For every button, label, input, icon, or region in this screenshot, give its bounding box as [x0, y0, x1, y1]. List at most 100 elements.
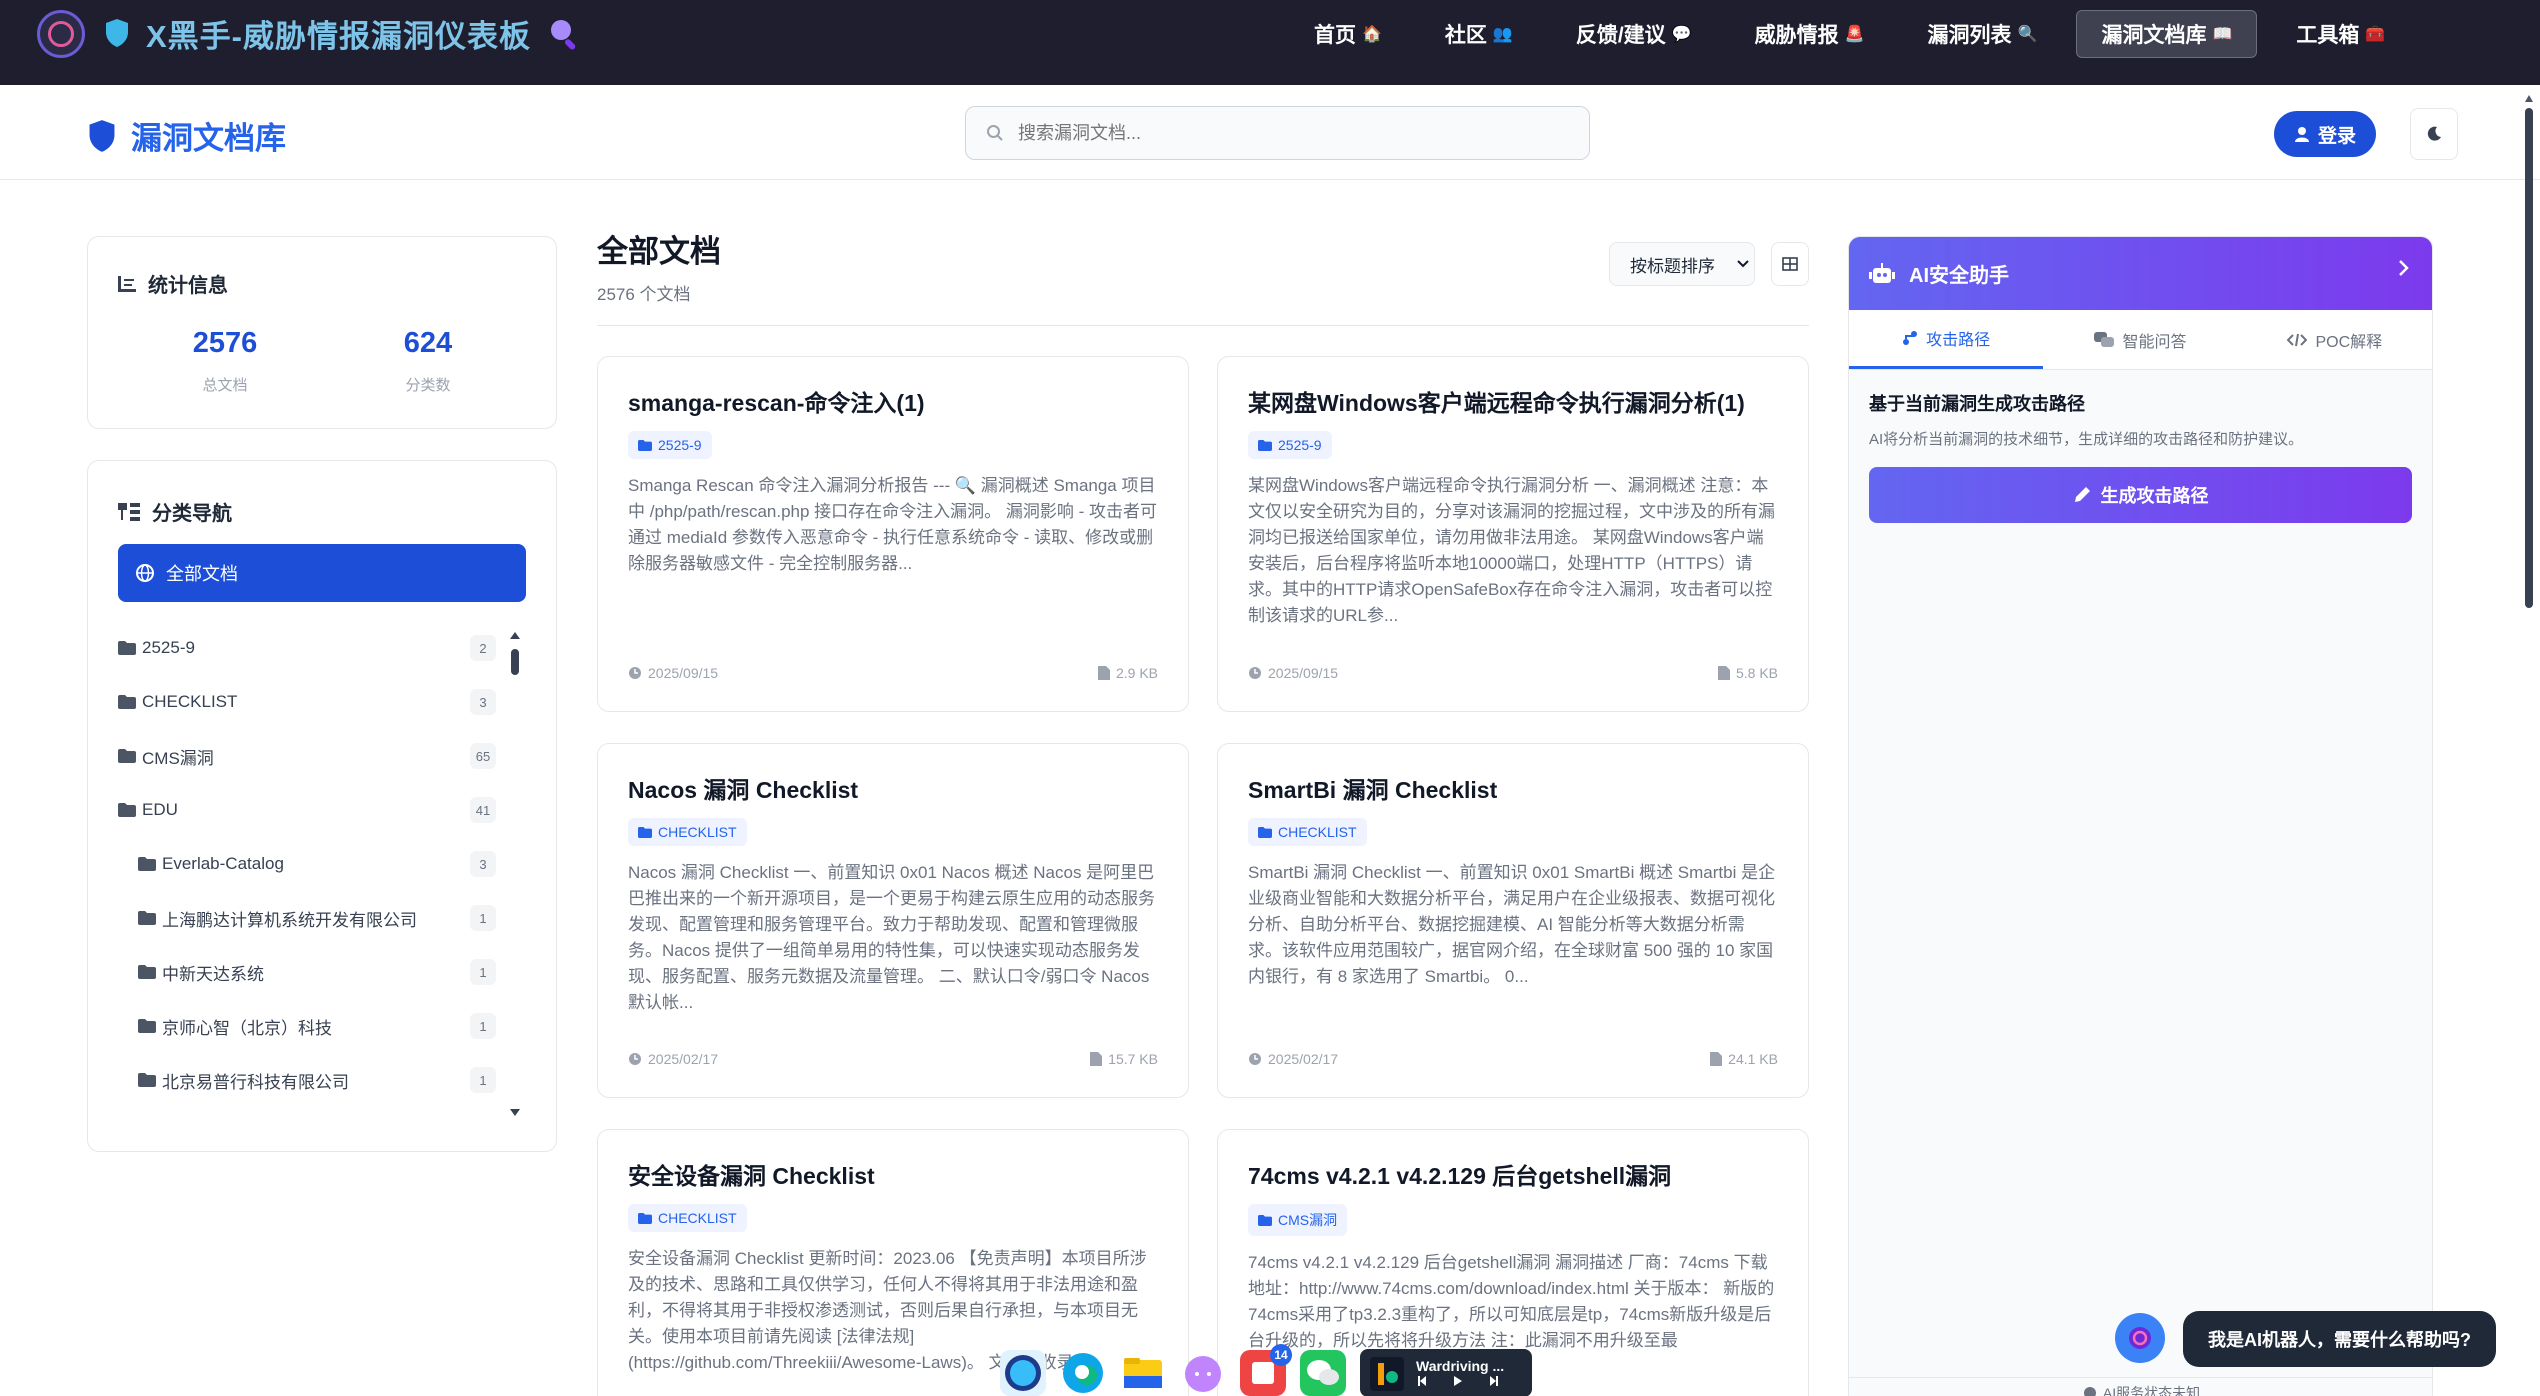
tab-poc-explain[interactable]: POC解释 — [2238, 310, 2432, 369]
cat-app-icon[interactable] — [1180, 1350, 1226, 1396]
info-icon — [2083, 1386, 2096, 1396]
doc-title[interactable]: Nacos 漏洞 Checklist — [628, 774, 1158, 806]
doc-summary: 74cms v4.2.1 v4.2.129 后台getshell漏洞 漏洞描述 … — [1248, 1253, 1775, 1350]
category-item[interactable]: 北京易普行科技有限公司 1 — [118, 1053, 538, 1107]
folder-icon — [138, 1019, 156, 1033]
doc-category-tag[interactable]: 2525-9 — [1248, 431, 1332, 459]
book-icon: 📖 — [2212, 26, 2233, 43]
login-label: 登录 — [2317, 125, 2356, 147]
category-label: 2525-9 — [142, 638, 195, 657]
nav-home[interactable]: 首页 🏠 — [1290, 10, 1406, 58]
doc-title[interactable]: 74cms v4.2.1 v4.2.129 后台getshell漏洞 — [1248, 1160, 1778, 1192]
nav-threat-intel[interactable]: 威胁情报 🚨 — [1731, 10, 1889, 58]
nav-toolbox[interactable]: 工具箱 🧰 — [2272, 10, 2409, 58]
document-card[interactable]: 某网盘Windows客户端远程命令执行漏洞分析(1) 2525-9 某网盘Windo… — [1217, 356, 1809, 712]
category-count: 1 — [470, 1013, 496, 1039]
magnifier-icon — [551, 20, 576, 50]
tag-label: CHECKLIST — [658, 1210, 737, 1226]
tab-label: 智能问答 — [2122, 333, 2187, 351]
folder-icon[interactable] — [1120, 1350, 1166, 1396]
size-text: 15.7 KB — [1108, 1051, 1158, 1067]
siren-icon: 🚨 — [1844, 26, 1865, 43]
doc-date: 2025/09/15 — [1248, 665, 1338, 681]
doc-summary: 某网盘Windows客户端远程命令执行漏洞分析 一、漏洞概述 注意：本文仅以安全… — [1248, 476, 1775, 625]
edge-browser-icon[interactable] — [1060, 1350, 1106, 1396]
tag-label: CMS漏洞 — [1278, 1212, 1338, 1228]
theme-toggle-button[interactable] — [2410, 108, 2458, 160]
doc-category-tag[interactable]: 2525-9 — [628, 431, 712, 459]
nav-vuln-docs[interactable]: 漏洞文档库 📖 — [2076, 10, 2258, 58]
wechat-icon[interactable] — [1300, 1350, 1346, 1396]
category-item[interactable]: EDU 41 — [118, 783, 538, 837]
category-count: 65 — [470, 743, 496, 769]
document-card[interactable]: smanga-rescan-命令注入(1) 2525-9 Smanga Rescan… — [597, 356, 1189, 712]
date-text: 2025/02/17 — [648, 1051, 719, 1067]
ai-panel-title: AI安全助手 — [1909, 265, 2009, 287]
nav-vuln-list[interactable]: 漏洞列表 🔍 — [1904, 10, 2062, 58]
house-icon: 🏠 — [1362, 26, 1382, 43]
doc-category-tag[interactable]: CMS漏洞 — [1248, 1204, 1348, 1236]
search-input[interactable] — [1018, 122, 1518, 144]
magnifier-icon: 🔍 — [2017, 26, 2038, 43]
grid-view-button[interactable] — [1771, 242, 1809, 286]
document-card[interactable]: SmartBi 漏洞 Checklist CHECKLIST SmartBi 漏洞 … — [1217, 743, 1809, 1098]
login-button[interactable]: 登录 — [2274, 111, 2376, 157]
folder-icon — [118, 641, 136, 655]
doc-title[interactable]: 某网盘Windows客户端远程命令执行漏洞分析(1) — [1248, 387, 1778, 419]
nav-feedback[interactable]: 反馈/建议 💬 — [1552, 10, 1716, 58]
category-nav-card: 分类导航 全部文档 2525-9 2 CHECKLIST 3 CMS漏洞 65 EDU 41 E… — [87, 460, 557, 1152]
date-text: 2025/09/15 — [648, 665, 719, 681]
chevron-right-icon[interactable] — [2398, 259, 2410, 277]
category-item[interactable]: 中新天达系统 1 — [118, 945, 538, 999]
tag-label: 2525-9 — [658, 437, 702, 453]
comments-icon — [2094, 331, 2115, 347]
brand[interactable]: X黑手-威胁情报漏洞仪表板 — [104, 10, 581, 56]
stat-label: 分类数 — [405, 377, 451, 394]
tab-label: 攻击路径 — [1926, 332, 1991, 349]
catnav-heading: 分类导航 — [118, 497, 232, 526]
robot-icon — [1869, 262, 1895, 283]
people-icon: 👥 — [1492, 26, 1513, 43]
all-docs-button[interactable]: 全部文档 — [118, 544, 526, 602]
site-logo[interactable] — [37, 10, 85, 58]
category-scrollbar[interactable] — [508, 629, 522, 1119]
doc-category-tag[interactable]: CHECKLIST — [1248, 818, 1367, 846]
nav-community[interactable]: 社区 👥 — [1421, 10, 1537, 58]
doc-category-tag[interactable]: CHECKLIST — [628, 818, 747, 846]
category-item[interactable]: Everlab-Catalog 3 — [118, 837, 538, 891]
ai-panel-header[interactable]: AI安全助手 — [1849, 237, 2432, 310]
doc-category-tag[interactable]: CHECKLIST — [628, 1204, 747, 1232]
category-item[interactable]: 2525-9 2 — [118, 621, 538, 675]
date-text: 2025/09/15 — [1268, 665, 1339, 681]
ai-chat-bubble[interactable]: 我是AI机器人，需要什么帮助吗? — [2183, 1311, 2496, 1367]
media-mini-player[interactable]: Wardriving ... — [1360, 1349, 1532, 1396]
ai-panel-body: 基于当前漏洞生成攻击路径 AI将分析当前漏洞的技术细节，生成详细的攻击路径和防护… — [1849, 370, 2432, 543]
category-item[interactable]: 上海鹏达计算机系统开发有限公司 1 — [118, 891, 538, 945]
main-nav: 首页 🏠 社区 👥 反馈/建议 💬 威胁情报 🚨 漏洞列表 🔍 漏洞文档库 📖 工具箱 🧰 — [1290, 10, 2424, 58]
category-item[interactable]: CMS漏洞 65 — [118, 729, 538, 783]
generate-attack-path-button[interactable]: 生成攻击路径 — [1869, 467, 2412, 523]
tab-smart-qa[interactable]: 智能问答 — [2043, 310, 2237, 369]
clock-icon — [628, 666, 642, 680]
sort-select[interactable]: 按标题排序 — [1609, 242, 1755, 286]
category-label: 北京易普行科技有限公司 — [162, 1072, 349, 1092]
doc-title[interactable]: SmartBi 漏洞 Checklist — [1248, 774, 1778, 806]
page-title[interactable]: 漏洞文档库 — [87, 113, 286, 158]
tab-attack-path[interactable]: 攻击路径 — [1849, 310, 2044, 369]
finder-icon[interactable] — [1000, 1350, 1046, 1396]
all-docs-label: 全部文档 — [166, 564, 238, 584]
search-box[interactable] — [965, 106, 1590, 160]
stat-categories: 624 分类数 — [358, 327, 498, 395]
doc-title[interactable]: 安全设备漏洞 Checklist — [628, 1160, 1158, 1192]
stats-heading-text: 统计信息 — [148, 275, 228, 297]
document-card[interactable]: Nacos 漏洞 Checklist CHECKLIST Nacos 漏洞 Chec… — [597, 743, 1189, 1098]
doc-meta: 2025/09/15 5.8 KB — [1248, 665, 1778, 681]
doc-title[interactable]: smanga-rescan-命令注入(1) — [628, 387, 1158, 419]
category-item[interactable]: 京师心智（北京）科技 1 — [118, 999, 538, 1053]
playback-controls-icon[interactable] — [1416, 1374, 1506, 1388]
ai-robot-avatar[interactable] — [2115, 1313, 2165, 1363]
folder-icon — [638, 439, 652, 451]
category-item[interactable]: CHECKLIST 3 — [118, 675, 538, 729]
notes-app-icon[interactable]: 14 — [1240, 1344, 1292, 1396]
page-scrollbar[interactable] — [2522, 90, 2536, 1396]
